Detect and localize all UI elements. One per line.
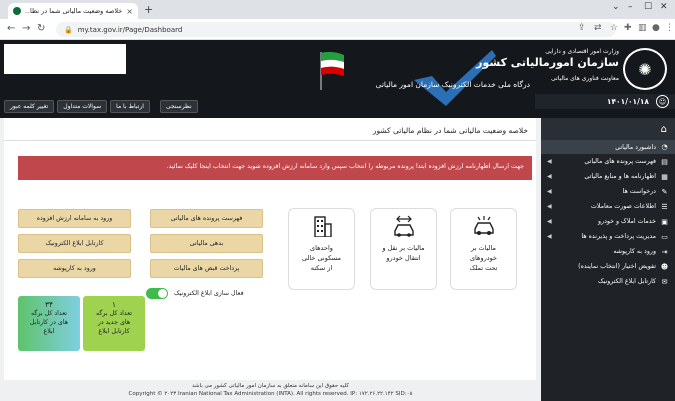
url-text: my.tax.gov.ir/Page/Dashboard — [77, 25, 183, 34]
change-password-button[interactable]: تغییر کلمه عبور — [4, 100, 55, 113]
tab-title: خلاصه وضعیت مالیاتی شما در نظا... — [25, 7, 123, 15]
faq-button[interactable]: سوالات متداول — [57, 100, 108, 113]
browser-tab[interactable]: خلاصه وضعیت مالیاتی شما در نظا... × — [8, 3, 138, 19]
e-notice-inbox-button[interactable]: کارتابل ابلاغ الکترونیک — [18, 234, 131, 253]
card-label: مالیات بر نقل و انتقال خودرو — [382, 244, 425, 262]
chevron-icon: ◀ — [547, 218, 552, 225]
org-name: سازمان امورمالیاتی کشور — [476, 56, 619, 69]
site-header: درگاه ملی خدمات الکترونیک سازمان امور ما… — [0, 40, 675, 118]
vat-alert-banner[interactable]: جهت ارسال اظهارنامه ارزش افزوده ابتدا پر… — [18, 156, 532, 180]
workspace-login-button[interactable]: ورود به کارپوشه — [18, 259, 131, 278]
forward-icon[interactable]: → — [22, 23, 30, 34]
tax-debt-button[interactable]: بدهی مالیاتی — [150, 234, 263, 253]
ministry-name: وزارت امور اقتصادی و دارایی — [545, 48, 619, 55]
building-icon — [313, 216, 332, 237]
e-notice-toggle-row: فعال سازی ابلاغ الکترونیک — [146, 288, 244, 299]
page-footer: کلیه حقوق این سامانه متعلق به سازمان امو… — [0, 380, 541, 401]
sidebar-item-property-car[interactable]: ▣ خدمات املاک و خودرو ◀ — [541, 214, 675, 229]
card-car-transfer-tax[interactable]: مالیات بر نقل و انتقال خودرو — [370, 208, 437, 290]
request-icon: ✎ — [661, 187, 668, 196]
dashboard-icon: ◔ — [661, 143, 668, 151]
survey-button[interactable]: نظرسنجی — [160, 100, 198, 113]
sidebar-menu: ⌂ ◔ داشبورد مالیاتی ▤ فهرست پرونده های م… — [541, 118, 675, 401]
sidebar-item-e-notice[interactable]: ✉ کارتابل ابلاغ الکترونیک — [541, 274, 675, 289]
window-collapse-icon[interactable]: ⌄ — [612, 2, 620, 12]
sidebar-item-tax-files[interactable]: ▤ فهرست پرونده های مالیاتی ◀ — [541, 154, 675, 169]
chevron-icon: ◀ — [547, 158, 552, 165]
total-notices-stat[interactable]: ۳۴ تعداد کل برگه های در کارتابل ابلاغ — [18, 296, 80, 351]
card-icon: ▭ — [661, 232, 668, 241]
maximize-icon[interactable]: ☐ — [644, 2, 652, 12]
car-transfer-icon — [393, 215, 414, 237]
list-icon: ☰ — [661, 202, 668, 211]
page-title: خلاصه وضعیت مالیاتی شما در نظام مالیاتی … — [372, 126, 528, 135]
card-label: مالیات بر خودروهای تحت تملک — [469, 244, 498, 272]
org-department: معاونت فناوری های مالیاتی — [551, 75, 619, 82]
user-icon: ☻ — [660, 262, 669, 271]
car-alert-icon — [473, 216, 494, 235]
minimize-icon[interactable]: – — [628, 2, 633, 12]
divider — [4, 140, 536, 141]
back-icon[interactable]: ← — [7, 23, 15, 34]
chevron-icon: ◀ — [547, 233, 552, 240]
home-icon: ⌂ — [660, 123, 667, 135]
org-logo-icon: ✺ — [623, 48, 667, 90]
tax-files-list-button[interactable]: فهرست پرونده های مالیاتی — [150, 209, 263, 228]
new-tab-icon[interactable]: + — [144, 3, 153, 16]
reload-icon[interactable]: ↻ — [37, 23, 45, 34]
profile-icon[interactable]: ● — [652, 23, 660, 33]
chevron-icon: ◀ — [547, 173, 552, 180]
iran-flag-icon — [320, 51, 344, 90]
card-owned-cars-tax[interactable]: مالیات بر خودروهای تحت تملک — [450, 208, 517, 290]
header-buttons: تغییر کلمه عبور سوالات متداول ارتباط با … — [4, 100, 150, 113]
pay-tax-bills-button[interactable]: پرداخت قبض های مالیات — [150, 259, 263, 278]
dashboard-panel: خلاصه وضعیت مالیاتی شما در نظام مالیاتی … — [4, 118, 536, 380]
site-favicon-icon — [13, 7, 21, 15]
browser-tab-bar: خلاصه وضعیت مالیاتی شما در نظا... × + ⌄ … — [0, 0, 675, 19]
chevron-icon: ◀ — [547, 188, 552, 195]
close-tab-icon[interactable]: × — [126, 7, 133, 16]
extensions-icon[interactable]: ✚ — [624, 23, 632, 33]
sidebar-item-transactions[interactable]: ☰ اطلاعات صورت معاملات ◀ — [541, 199, 675, 214]
home-button[interactable]: ⌂ — [541, 118, 675, 140]
close-window-icon[interactable]: ✕ — [660, 2, 668, 12]
card-vacant-housing-tax[interactable]: واحدهای مسکونی خالی از سکنه — [288, 208, 355, 290]
vat-system-login-button[interactable]: ورود به سامانه ارزش افزوده — [18, 209, 131, 228]
toggle-label: فعال سازی ابلاغ الکترونیک — [174, 290, 244, 297]
url-input[interactable]: 🔒 my.tax.gov.ir/Page/Dashboard — [56, 22, 616, 37]
chevron-icon: ◀ — [547, 203, 552, 210]
address-bar: ← → ↻ 🔒 my.tax.gov.ir/Page/Dashboard ⇪ ⇄… — [0, 19, 675, 40]
contact-us-button[interactable]: ارتباط با ما — [110, 100, 150, 113]
translate-icon[interactable]: ⇄ — [594, 23, 602, 33]
share-icon[interactable]: ⇪ — [578, 23, 586, 33]
menu-dots-icon[interactable]: ⋮ — [665, 23, 674, 33]
car-icon: ▣ — [661, 217, 668, 226]
sidebar-item-delegation[interactable]: ☻ تفویض اختیار (انتخاب نماینده) — [541, 259, 675, 274]
sidepanel-icon[interactable]: ▥ — [638, 23, 647, 33]
lock-icon: 🔒 — [64, 25, 73, 34]
e-notice-toggle[interactable] — [146, 288, 168, 299]
user-avatar-icon[interactable]: ☺ — [656, 95, 669, 108]
new-notices-stat[interactable]: ۱ تعداد کل برگه های جدید در کارتابل ابلا… — [83, 296, 145, 351]
sidebar-item-requests[interactable]: ✎ درخواست ها ◀ — [541, 184, 675, 199]
bookmark-star-icon[interactable]: ☆ — [610, 23, 618, 33]
document-icon: ▦ — [661, 172, 668, 181]
portal-subtitle: درگاه ملی خدمات الکترونیک سازمان امور ما… — [375, 80, 530, 89]
current-date: ۱۴۰۱/۰۱/۱۸ — [606, 97, 649, 106]
redacted-area — [4, 44, 126, 74]
date-bar — [535, 94, 675, 109]
card-label: واحدهای مسکونی خالی از سکنه — [302, 244, 341, 272]
inbox-icon: ✉ — [661, 277, 668, 286]
sidebar-item-declarations[interactable]: ▦ اظهارنامه ها و منابع مالیاتی ◀ — [541, 169, 675, 184]
folder-icon: ▤ — [661, 157, 668, 166]
footer-rights: کلیه حقوق این سامانه متعلق به سازمان امو… — [192, 383, 349, 389]
login-icon: ⇥ — [661, 247, 668, 256]
sidebar-item-dashboard[interactable]: ◔ داشبورد مالیاتی — [541, 140, 675, 154]
sidebar-item-payments[interactable]: ▭ مدیریت پرداخت و پذیرنده ها ◀ — [541, 229, 675, 244]
sidebar-item-workspace[interactable]: ⇥ ورود به کارپوشه — [541, 244, 675, 259]
footer-copyright: Copyright © ۲۰۲۳ Iranian National Tax Ad… — [128, 391, 413, 397]
